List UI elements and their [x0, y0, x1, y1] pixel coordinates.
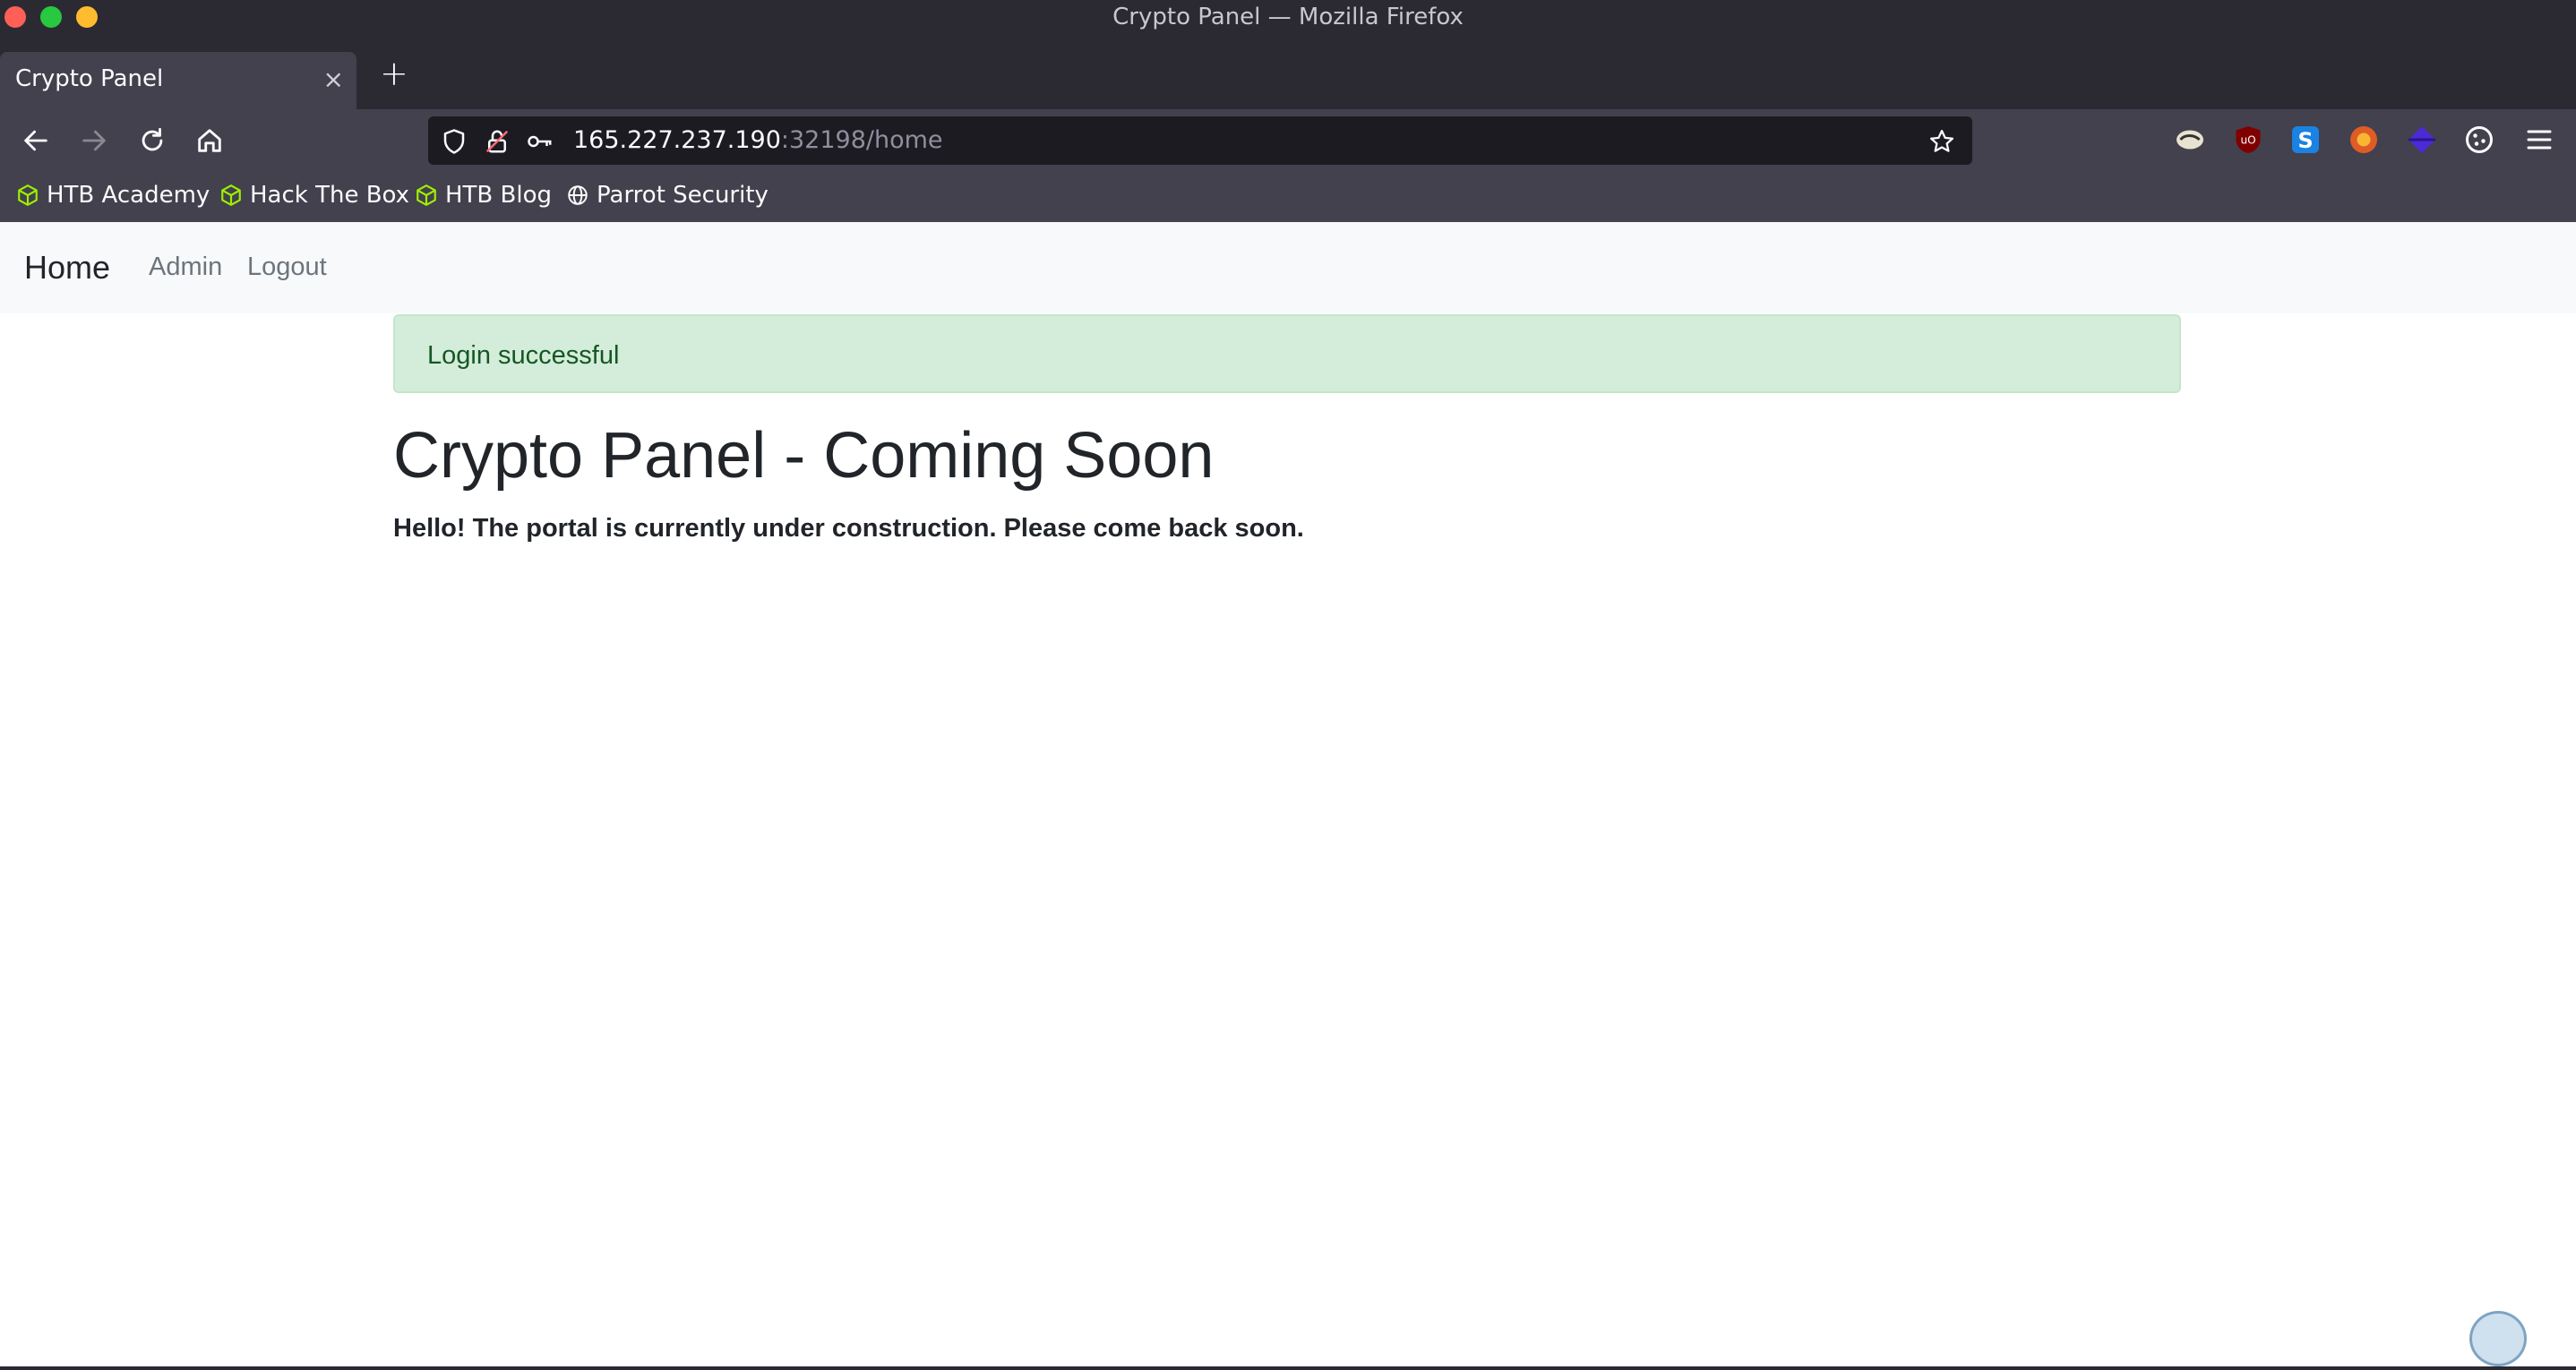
bookmark-label: HTB Blog	[445, 182, 553, 209]
back-icon[interactable]	[21, 125, 51, 156]
bookmark-label: HTB Academy	[47, 182, 210, 209]
construction-message: Hello! The portal is currently under con…	[393, 514, 1304, 543]
shield-icon[interactable]	[441, 128, 468, 155]
url-text[interactable]: 165.227.237.190:32198/home	[573, 126, 943, 154]
s-extension-icon[interactable]: S	[2289, 124, 2322, 156]
svg-text:uO: uO	[2240, 134, 2255, 147]
new-tab-button[interactable]: +	[380, 54, 408, 93]
parrot-icon[interactable]	[2174, 124, 2206, 156]
cube-extension-icon[interactable]	[2406, 124, 2438, 156]
tab-crypto-panel[interactable]: Crypto Panel ×	[0, 52, 356, 109]
url-path: :32198/home	[780, 126, 943, 154]
htb-cube-icon	[221, 184, 241, 206]
bookmark-hack-the-box[interactable]: Hack The Box	[219, 182, 409, 209]
window-bottom-border	[0, 1366, 2576, 1370]
url-bar[interactable]: 165.227.237.190:32198/home	[428, 116, 1972, 165]
bookmark-label: Hack The Box	[250, 182, 410, 209]
success-alert: Login successful	[393, 314, 2181, 393]
bookmark-label: Parrot Security	[597, 182, 769, 209]
insecure-lock-icon[interactable]	[484, 128, 511, 155]
reload-icon[interactable]	[137, 125, 167, 156]
nav-link-logout[interactable]: Logout	[247, 253, 327, 282]
tab-bar: Crypto Panel × +	[0, 36, 2576, 109]
bookmark-parrot-security[interactable]: Parrot Security	[566, 182, 769, 209]
url-host: 165.227.237.190	[573, 126, 781, 154]
nav-link-admin[interactable]: Admin	[149, 253, 222, 282]
page-title: Crypto Panel - Coming Soon	[393, 420, 1215, 492]
ublock-icon[interactable]: uO	[2232, 124, 2264, 156]
htb-cube-icon	[18, 184, 38, 206]
window-titlebar: Crypto Panel — Mozilla Firefox	[0, 0, 2576, 36]
bookmarks-toolbar: HTB Academy Hack The Box HTB Blog Parrot…	[0, 172, 2576, 222]
key-icon[interactable]	[527, 128, 554, 155]
bookmark-htb-blog[interactable]: HTB Blog	[415, 182, 552, 209]
svg-text:S: S	[2297, 128, 2313, 153]
navbar-brand-home[interactable]: Home	[24, 249, 110, 287]
home-icon[interactable]	[194, 125, 225, 156]
bookmark-star-icon[interactable]	[1928, 128, 1955, 155]
globe-icon	[568, 185, 588, 205]
bookmark-htb-academy[interactable]: HTB Academy	[16, 182, 210, 209]
htb-cube-icon	[416, 184, 436, 206]
hamburger-menu-icon[interactable]	[2523, 124, 2555, 156]
window-title: Crypto Panel — Mozilla Firefox	[1112, 4, 1464, 30]
fox-extension-icon[interactable]	[2348, 124, 2380, 156]
forward-icon[interactable]	[79, 125, 109, 156]
alert-message: Login successful	[427, 341, 620, 370]
site-navbar: Home Admin Logout	[0, 222, 2576, 313]
tab-close-icon[interactable]: ×	[323, 64, 344, 94]
nav-toolbar: 165.227.237.190:32198/home uO S	[0, 109, 2576, 172]
tab-label: Crypto Panel	[15, 65, 164, 92]
cookie-icon[interactable]	[2463, 124, 2495, 156]
clipboard-widget-icon[interactable]	[2469, 1311, 2527, 1366]
